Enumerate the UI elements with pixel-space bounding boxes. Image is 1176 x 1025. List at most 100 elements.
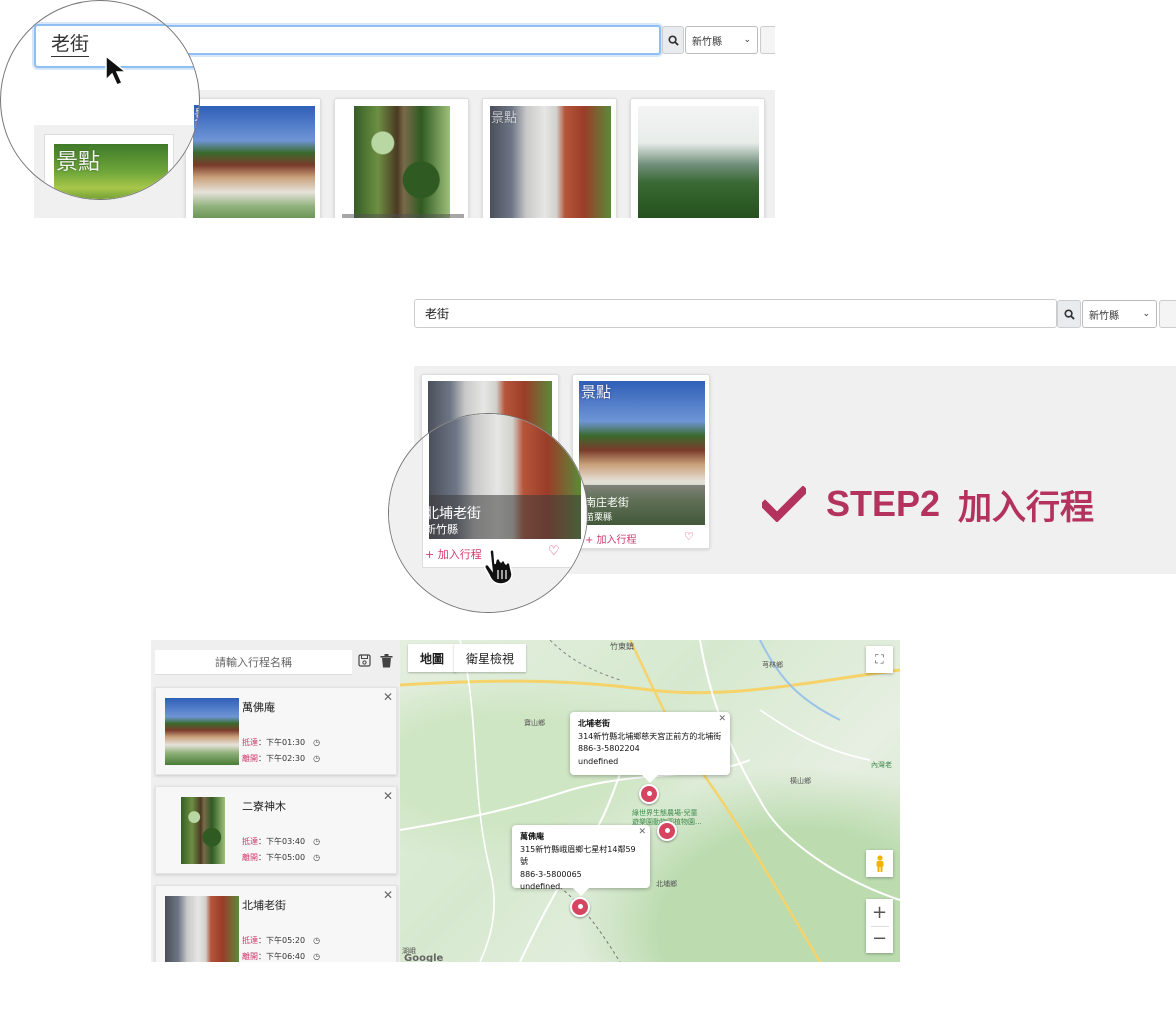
chevron-down-icon: ⌄ <box>743 35 751 45</box>
hand-pointer-icon <box>484 549 513 585</box>
tab-map[interactable]: 地圖 <box>408 644 457 672</box>
card-caption-bar <box>342 214 464 218</box>
item-name: 萬佛庵 <box>242 701 275 714</box>
close-icon[interactable]: ✕ <box>718 713 726 726</box>
item-name: 二寮神木 <box>242 800 286 813</box>
clock-icon[interactable]: ◷ <box>313 738 320 747</box>
heart-icon[interactable]: ♡ <box>548 544 560 559</box>
info-extra: undefined <box>578 756 619 766</box>
info-window: ✕ 北埔老街 314新竹縣北埔鄉慈天宮正前方的北埔街 886-3-5802204… <box>570 712 730 783</box>
info-name: 萬佛庵 <box>520 832 544 841</box>
clock-icon[interactable]: ◷ <box>313 837 320 846</box>
item-photo <box>165 698 239 765</box>
add-to-trip-button[interactable]: + 加入行程 <box>425 546 482 562</box>
info-window: ✕ 萬佛庵 315新竹縣峨眉鄉七星村14鄰59號 886-3-5800065 u… <box>512 825 650 896</box>
card-tag: 景點 <box>491 111 518 126</box>
card-photo <box>193 106 315 218</box>
county-select-step1[interactable]: 新竹縣 ⌄ <box>685 26 758 54</box>
county-select-value: 新竹縣 <box>1089 310 1119 322</box>
extra-button-step2[interactable] <box>1159 300 1176 328</box>
search-value: 老街 <box>425 307 450 321</box>
street-view-icon[interactable] <box>866 850 893 877</box>
map-label: 芎林鄉 <box>762 661 783 669</box>
arrive-time: 抵達：下午03:40 ◷ <box>242 837 321 846</box>
search-value: 老街 <box>51 33 90 57</box>
arrive-time: 抵達：下午01:30 ◷ <box>242 738 321 747</box>
item-name: 北埔老街 <box>242 899 286 912</box>
card-photo <box>354 106 450 218</box>
search-input-step2[interactable]: 老街 <box>414 299 1057 328</box>
county-select-value: 新竹縣 <box>692 36 722 48</box>
search-button-step2[interactable] <box>1057 300 1081 328</box>
info-phone: 886-3-5800065 <box>520 869 582 879</box>
result-card-zoomed[interactable]: 景點 <box>44 134 174 199</box>
close-icon[interactable]: ✕ <box>383 690 393 704</box>
item-photo <box>165 896 239 962</box>
clock-icon[interactable]: ◷ <box>313 754 320 763</box>
itinerary-item[interactable]: 二寮神木 ✕ 抵達：下午03:40 ◷ 離開：下午05:00 ◷ <box>155 786 397 874</box>
clock-icon[interactable]: ◷ <box>313 853 320 862</box>
item-photo <box>181 797 225 864</box>
tab-satellite[interactable]: 衛星檢視 <box>454 644 527 672</box>
step-text: 加入行程 <box>958 487 1095 528</box>
search-icon <box>1063 308 1075 320</box>
extra-button-step1[interactable] <box>760 26 775 54</box>
clock-icon[interactable]: ◷ <box>313 952 320 961</box>
trip-name-placeholder: 請輸入行程名稱 <box>215 656 292 669</box>
save-icon[interactable] <box>356 654 372 670</box>
close-icon[interactable]: ✕ <box>383 888 393 902</box>
leave-time: 離開：下午02:30 ◷ <box>242 754 321 763</box>
chevron-down-icon: ⌄ <box>1142 309 1150 319</box>
tab-satellite-label: 衛星檢視 <box>466 651 515 666</box>
close-icon[interactable]: ✕ <box>638 826 646 839</box>
fullscreen-icon[interactable]: ⛶ <box>866 646 893 673</box>
zoom-control: + − <box>866 899 893 953</box>
result-card[interactable]: 景點 <box>482 98 617 218</box>
result-card-beipu-zoomed[interactable]: 景點 北埔老街 新竹縣 + 加入行程 ♡ <box>422 414 587 568</box>
search-button-step1[interactable] <box>662 26 684 54</box>
search-icon <box>667 34 679 46</box>
result-card[interactable] <box>630 98 765 218</box>
step-label: STEP2 <box>826 483 941 524</box>
card-county: 新竹縣 <box>425 523 458 536</box>
arrive-time: 抵達：下午05:20 ◷ <box>242 936 321 945</box>
card-county: 苗栗縣 <box>585 513 613 523</box>
map-label: 竹東鎮 <box>610 642 634 651</box>
itinerary-item[interactable]: 北埔老街 ✕ 抵達：下午05:20 ◷ 離開：下午06:40 ◷ <box>155 885 397 962</box>
info-phone: 886-3-5802204 <box>578 744 640 753</box>
add-to-trip-button[interactable]: + 加入行程 <box>585 531 637 546</box>
trash-icon[interactable] <box>378 654 394 670</box>
card-photo-edge: 景點 <box>191 105 199 199</box>
tab-map-label: 地圖 <box>420 651 445 666</box>
close-icon[interactable]: ✕ <box>383 789 393 803</box>
trip-name-input[interactable]: 請輸入行程名稱 <box>155 650 352 675</box>
zoom-out-button[interactable]: − <box>870 926 889 953</box>
map-pin[interactable] <box>657 821 677 841</box>
leave-time: 離開：下午05:00 ◷ <box>242 853 321 862</box>
check-icon <box>762 486 806 522</box>
card-photo <box>638 106 759 218</box>
map-label: 北埔鄉 <box>656 880 677 888</box>
info-name: 北埔老街 <box>578 719 610 728</box>
card-tag: 景點 <box>56 150 101 175</box>
map-pin[interactable] <box>570 897 590 917</box>
map-label: 橫山鄉 <box>790 777 811 785</box>
map-pin[interactable] <box>639 784 659 804</box>
result-card[interactable] <box>185 98 321 218</box>
info-extra: undefined <box>520 882 561 891</box>
zoom-in-button[interactable]: + <box>872 899 887 926</box>
itinerary-item[interactable]: 萬佛庵 ✕ 抵達：下午01:30 ◷ 離開：下午02:30 ◷ <box>155 687 397 775</box>
result-card[interactable] <box>334 98 469 218</box>
leave-time: 離開：下午06:40 ◷ <box>242 952 321 961</box>
map-label: 寶山鄉 <box>524 719 545 727</box>
map-view[interactable]: 竹東鎮 芎林鄉 寶山鄉 橫山鄉 北埔鄉 內灣老 綠世界生態農場-兒童 遊樂園動物… <box>400 640 900 962</box>
heart-icon[interactable]: ♡ <box>684 530 694 543</box>
info-address: 314新竹縣北埔鄉慈天宮正前方的北埔街 <box>578 731 722 741</box>
step-banner: STEP2 加入行程 <box>762 482 1095 528</box>
result-card-nanzhuang[interactable]: 景點 南庄老街 苗栗縣 + 加入行程 ♡ <box>572 374 710 549</box>
google-logo: Google <box>404 953 444 962</box>
itinerary-sidebar: 請輸入行程名稱 萬佛庵 ✕ 抵達：下午01:30 ◷ 離開：下午02:30 ◷ 二寮… <box>151 640 400 962</box>
clock-icon[interactable]: ◷ <box>313 936 320 945</box>
county-select-step2[interactable]: 新竹縣 ⌄ <box>1082 300 1157 328</box>
info-address: 315新竹縣峨眉鄉七星村14鄰59號 <box>520 844 636 867</box>
